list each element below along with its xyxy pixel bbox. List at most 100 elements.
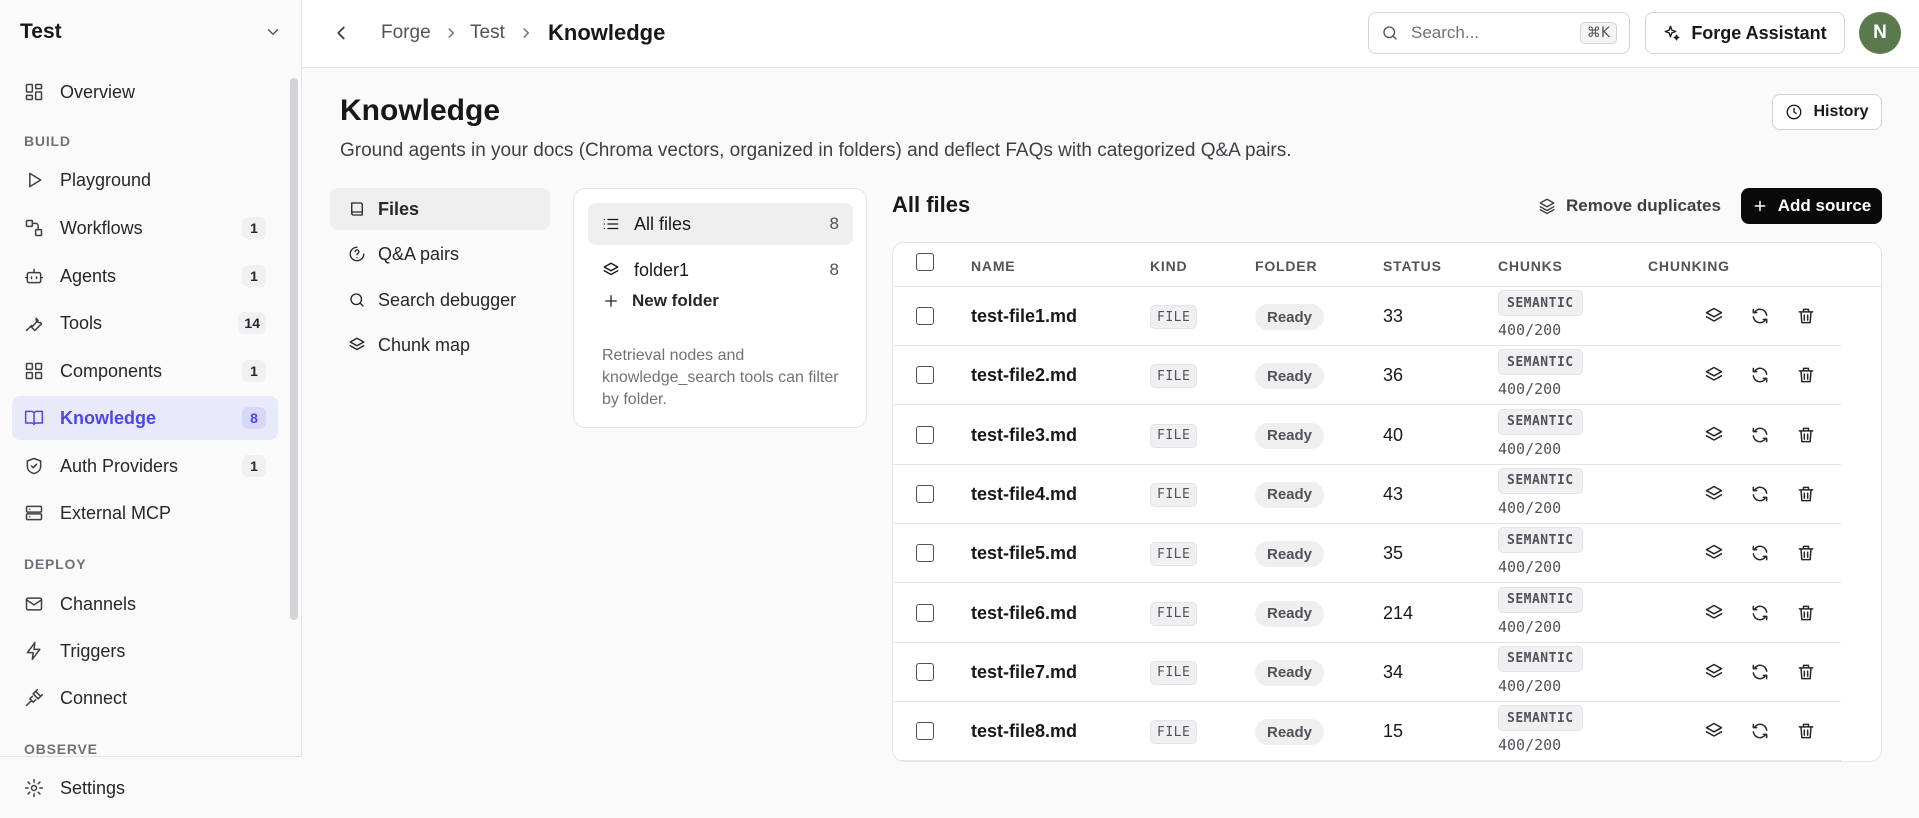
chunking-strategy-badge: SEMANTIC <box>1498 349 1583 376</box>
layers-icon[interactable] <box>1704 662 1726 684</box>
kind-badge: FILE <box>1150 660 1198 685</box>
file-name[interactable]: test-file1.md <box>971 306 1077 327</box>
breadcrumb-test[interactable]: Test <box>470 22 505 44</box>
row-checkbox[interactable] <box>916 425 934 444</box>
sidebar-item-label: Tools <box>60 312 103 333</box>
global-search[interactable]: ⌘K <box>1368 12 1630 54</box>
refresh-icon[interactable] <box>1750 425 1772 447</box>
remove-duplicates-button[interactable]: Remove duplicates <box>1528 188 1731 224</box>
new-folder-button[interactable]: New folder <box>602 291 719 311</box>
kind-badge: FILE <box>1150 482 1198 507</box>
column-header-chunks[interactable]: CHUNKS <box>1498 258 1563 274</box>
trash-icon[interactable] <box>1796 425 1818 447</box>
status-badge: Ready <box>1255 363 1325 390</box>
sidebar-item-agents[interactable]: Agents 1 <box>12 254 278 298</box>
sidebar-item-external-mcp[interactable]: External MCP <box>12 491 278 535</box>
sidebar-item-overview[interactable]: Overview <box>12 70 278 114</box>
row-checkbox[interactable] <box>916 662 934 681</box>
layers-icon[interactable] <box>1704 306 1726 328</box>
folder-item-folder1[interactable]: folder1 8 <box>588 249 853 291</box>
tab-search-debugger[interactable]: Search debugger <box>330 279 550 321</box>
layers-icon[interactable] <box>1704 603 1726 625</box>
sidebar-item-label: Settings <box>60 777 126 798</box>
row-checkbox[interactable] <box>916 544 934 563</box>
chunk-count: 35 <box>1383 543 1404 564</box>
status-badge: Ready <box>1255 719 1325 746</box>
layers-icon[interactable] <box>1704 721 1726 743</box>
search-input[interactable] <box>1411 23 1561 43</box>
layers-icon <box>1538 197 1556 215</box>
workspace-switcher[interactable]: Test <box>0 0 302 64</box>
new-folder-label: New folder <box>632 291 719 310</box>
refresh-icon[interactable] <box>1750 365 1772 387</box>
sidebar-item-playground[interactable]: Playground <box>12 158 278 202</box>
refresh-icon[interactable] <box>1750 721 1772 743</box>
tab-files[interactable]: Files <box>330 188 550 230</box>
forge-assistant-button[interactable]: Forge Assistant <box>1645 12 1845 54</box>
select-all-checkbox[interactable] <box>916 253 934 271</box>
chunk-count: 33 <box>1383 306 1404 326</box>
refresh-icon[interactable] <box>1750 484 1772 506</box>
refresh-icon[interactable] <box>1750 603 1772 625</box>
history-button[interactable]: History <box>1772 94 1882 130</box>
row-checkbox[interactable] <box>916 307 934 325</box>
layers-icon[interactable] <box>1704 543 1726 565</box>
row-checkbox[interactable] <box>916 366 934 385</box>
add-source-label: Add source <box>1777 196 1872 215</box>
row-checkbox[interactable] <box>916 603 934 622</box>
trash-icon[interactable] <box>1796 306 1818 328</box>
trash-icon[interactable] <box>1796 484 1818 506</box>
column-header-status[interactable]: STATUS <box>1383 258 1442 274</box>
section-label-deploy: DEPLOY <box>24 556 87 572</box>
file-name[interactable]: test-file3.md <box>971 425 1077 446</box>
file-name[interactable]: test-file5.md <box>971 543 1077 564</box>
folders-panel: All files 8 folder1 8 New folder Retriev… <box>573 188 867 428</box>
table-header: NAME KIND FOLDER STATUS CHUNKS CHUNKING <box>893 243 1881 287</box>
layers-icon[interactable] <box>1704 365 1726 387</box>
sidebar-item-settings[interactable]: Settings <box>12 766 278 810</box>
components-grid-icon <box>24 361 46 381</box>
trash-icon[interactable] <box>1796 543 1818 565</box>
server-icon <box>24 503 46 523</box>
sidebar-item-workflows[interactable]: Workflows 1 <box>12 206 278 250</box>
column-header-folder[interactable]: FOLDER <box>1255 258 1317 274</box>
row-checkbox[interactable] <box>916 484 934 503</box>
sidebar-item-connect[interactable]: Connect <box>12 676 278 720</box>
column-header-name[interactable]: NAME <box>971 258 1015 274</box>
add-source-button[interactable]: Add source <box>1741 188 1882 224</box>
file-name[interactable]: test-file2.md <box>971 365 1077 386</box>
row-checkbox[interactable] <box>916 722 934 741</box>
layers-icon[interactable] <box>1704 425 1726 447</box>
back-chevron-icon[interactable] <box>330 22 354 46</box>
file-name[interactable]: test-file4.md <box>971 484 1077 505</box>
trash-icon[interactable] <box>1796 662 1818 684</box>
column-header-chunking[interactable]: CHUNKING <box>1648 258 1730 274</box>
sidebar-scrollbar[interactable] <box>290 78 298 620</box>
sidebar-item-components[interactable]: Components 1 <box>12 349 278 393</box>
trash-icon[interactable] <box>1796 721 1818 743</box>
layers-icon[interactable] <box>1704 484 1726 506</box>
breadcrumb-current: Knowledge <box>548 20 666 45</box>
folder-item-all-files[interactable]: All files 8 <box>588 203 853 245</box>
trash-icon[interactable] <box>1796 365 1818 387</box>
file-name[interactable]: test-file6.md <box>971 603 1077 624</box>
tab-chunk-map[interactable]: Chunk map <box>330 324 550 366</box>
avatar[interactable]: N <box>1859 12 1901 54</box>
sidebar-item-knowledge[interactable]: Knowledge 8 <box>12 396 278 440</box>
file-name[interactable]: test-file7.md <box>971 662 1077 683</box>
sidebar-item-tools[interactable]: Tools 14 <box>12 301 278 345</box>
refresh-icon[interactable] <box>1750 543 1772 565</box>
refresh-icon[interactable] <box>1750 306 1772 328</box>
trash-icon[interactable] <box>1796 603 1818 625</box>
sidebar-item-triggers[interactable]: Triggers <box>12 629 278 673</box>
sidebar-item-channels[interactable]: Channels <box>12 582 278 626</box>
count-badge: 1 <box>242 360 266 382</box>
sidebar-item-auth-providers[interactable]: Auth Providers 1 <box>12 444 278 488</box>
book-icon <box>348 200 366 218</box>
refresh-icon[interactable] <box>1750 662 1772 684</box>
tab-qa-pairs[interactable]: Q&A pairs <box>330 233 550 275</box>
tab-label: Files <box>378 198 420 219</box>
breadcrumb-forge[interactable]: Forge <box>381 22 431 44</box>
column-header-kind[interactable]: KIND <box>1150 258 1187 274</box>
file-name[interactable]: test-file8.md <box>971 721 1077 742</box>
